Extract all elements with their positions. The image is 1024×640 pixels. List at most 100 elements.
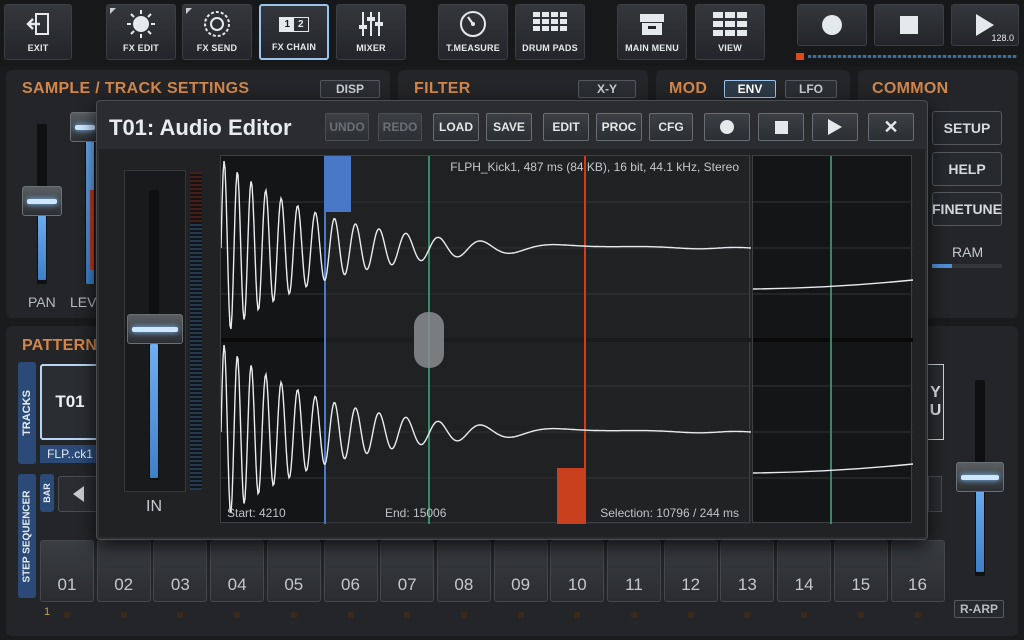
setup-button[interactable]: SETUP xyxy=(932,111,1002,145)
song-position-bar[interactable] xyxy=(796,53,1018,60)
step-button[interactable]: 08 xyxy=(436,540,491,602)
waveform-zoom-view[interactable] xyxy=(752,155,913,524)
triangle-left-icon xyxy=(72,486,84,502)
drum-pads-button[interactable]: DRUM PADS xyxy=(515,4,585,60)
step-button[interactable]: 02 xyxy=(96,540,151,602)
step-button[interactable]: 06 xyxy=(323,540,378,602)
editor-record-button[interactable] xyxy=(704,113,750,141)
step-led xyxy=(744,612,751,618)
record-icon xyxy=(822,15,842,35)
load-button[interactable]: LOAD xyxy=(433,113,479,141)
editor-stop-button[interactable] xyxy=(758,113,804,141)
step-led xyxy=(404,612,411,618)
redo-button[interactable]: REDO xyxy=(378,113,422,141)
editor-title: T01: Audio Editor xyxy=(109,115,292,140)
step-button[interactable]: 12 xyxy=(663,540,718,602)
stop-icon xyxy=(900,16,918,34)
undo-button[interactable]: UNDO xyxy=(325,113,369,141)
step-button[interactable]: 10 xyxy=(550,540,605,602)
step-button[interactable]: 15 xyxy=(833,540,888,602)
step-button[interactable]: 04 xyxy=(210,540,265,602)
fx-send-icon xyxy=(183,5,251,43)
step-button[interactable]: 16 xyxy=(890,540,945,602)
step-button[interactable]: 03 xyxy=(153,540,208,602)
step-led xyxy=(914,612,921,618)
step-led xyxy=(177,612,184,618)
env-tab[interactable]: ENV xyxy=(724,80,776,98)
step-led xyxy=(687,612,694,618)
help-button[interactable]: HELP xyxy=(932,152,1002,186)
step-button[interactable]: 05 xyxy=(266,540,321,602)
corner-indicator xyxy=(186,8,192,14)
record-button[interactable] xyxy=(797,4,867,46)
fx-edit-button[interactable]: FX EDIT xyxy=(106,4,176,60)
step-button[interactable]: 13 xyxy=(720,540,775,602)
chain-slot-a: 1 xyxy=(280,17,294,31)
play-button[interactable]: 128.0 xyxy=(951,4,1019,46)
first-step-indicator: 1 xyxy=(44,606,51,618)
mixer-icon xyxy=(337,5,405,43)
editor-close-button[interactable]: ✕ xyxy=(868,113,914,141)
lev-label: LEV xyxy=(70,294,97,310)
position-track xyxy=(808,55,1018,58)
gauge-icon xyxy=(439,5,507,43)
edit-button[interactable]: EDIT xyxy=(543,113,589,141)
end-marker-handle xyxy=(557,468,585,524)
fx-edit-icon xyxy=(107,5,175,43)
step-button[interactable]: 07 xyxy=(380,540,435,602)
step-button[interactable]: 11 xyxy=(607,540,661,602)
exit-button[interactable]: EXIT xyxy=(4,4,72,60)
grid-icon xyxy=(516,5,584,43)
sample-track-settings-title: SAMPLE / TRACK SETTINGS xyxy=(22,80,250,97)
step-led xyxy=(801,612,808,618)
mixer-button[interactable]: MIXER xyxy=(336,4,406,60)
selection-readout: Selection: 10796 / 244 ms xyxy=(600,506,739,520)
common-title: COMMON xyxy=(872,80,949,97)
step-led xyxy=(857,612,864,618)
view-button[interactable]: VIEW xyxy=(695,4,765,60)
pan-fader-fill xyxy=(38,210,46,280)
exit-icon xyxy=(5,5,71,43)
main-menu-button[interactable]: MAIN MENU xyxy=(617,4,687,60)
lfo-tab[interactable]: LFO xyxy=(785,80,837,98)
zoom-graphic xyxy=(753,156,913,524)
proc-button[interactable]: PROC xyxy=(596,113,642,141)
bar-tab[interactable]: BAR xyxy=(40,474,54,512)
waveform-display[interactable]: FLPH_Kick1, 487 ms (84 KB), 16 bit, 44.1… xyxy=(220,155,751,524)
fx-chain-icon: 1 2 xyxy=(261,6,327,42)
stop-button[interactable] xyxy=(874,4,944,46)
bar-prev-button[interactable] xyxy=(58,476,98,512)
t-measure-button[interactable]: T.MEASURE xyxy=(438,4,508,60)
step-button[interactable]: 09 xyxy=(493,540,548,602)
file-info: FLPH_Kick1, 487 ms (84 KB), 16 bit, 44.1… xyxy=(450,160,739,174)
master-fader-knob[interactable] xyxy=(956,462,1004,492)
stop-icon xyxy=(774,120,788,134)
tracks-tab[interactable]: TRACKS xyxy=(18,362,36,464)
input-fader-knob[interactable] xyxy=(127,314,183,345)
archive-box-icon xyxy=(618,5,686,43)
step-button[interactable]: 14 xyxy=(777,540,832,602)
bar-next-button[interactable] xyxy=(928,476,942,512)
cfg-button[interactable]: CFG xyxy=(649,113,693,141)
save-button[interactable]: SAVE xyxy=(486,113,532,141)
fx-chain-button[interactable]: 1 2 FX CHAIN xyxy=(259,4,329,60)
editor-play-button[interactable] xyxy=(812,113,858,141)
pattern-edge-button[interactable]: Y U xyxy=(928,364,944,440)
play-icon xyxy=(828,119,842,135)
input-vu-meter xyxy=(190,172,202,490)
track-t01-button[interactable]: T01 xyxy=(40,364,100,440)
finetune-button[interactable]: FINETUNE xyxy=(932,192,1002,226)
step-button[interactable]: 01 xyxy=(40,540,94,602)
pan-fader-knob[interactable] xyxy=(22,186,62,216)
waveform-graphic xyxy=(221,156,751,524)
view-grid-icon xyxy=(696,5,764,43)
r-arp-button[interactable]: R-ARP xyxy=(954,600,1004,618)
top-toolbar: EXIT FX EDIT FX SEND 1 2 FX CHAIN MIXER xyxy=(0,0,1024,66)
input-fader-fill xyxy=(150,344,158,478)
filter-title: FILTER xyxy=(414,80,471,97)
disp-button[interactable]: DISP xyxy=(320,80,380,98)
step-led xyxy=(120,612,127,618)
step-sequencer-tab[interactable]: STEP SEQUENCER xyxy=(18,474,36,598)
fx-send-button[interactable]: FX SEND xyxy=(182,4,252,60)
xy-button[interactable]: X-Y xyxy=(578,80,636,98)
